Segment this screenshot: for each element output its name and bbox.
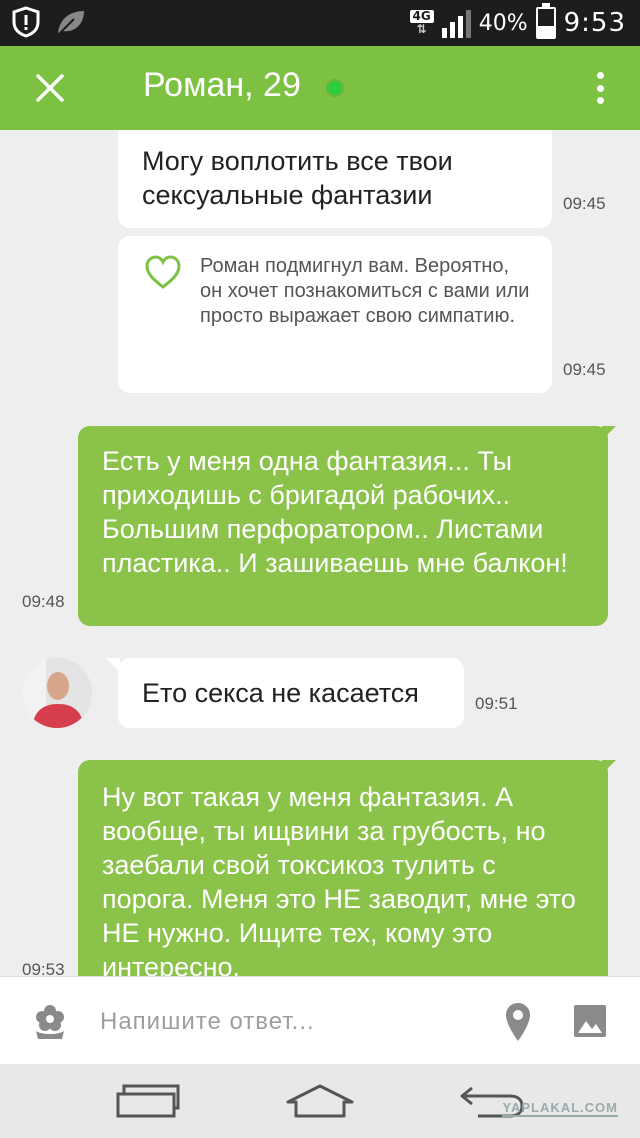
- chat-header: Роман, 29: [0, 46, 640, 130]
- battery-percent: 40%: [478, 10, 528, 36]
- message-time: 09:48: [22, 592, 65, 611]
- reply-input[interactable]: [98, 999, 482, 1045]
- avatar-photo: [22, 658, 92, 728]
- clock: 9:53: [563, 8, 626, 38]
- alert-shield-icon: [12, 6, 40, 38]
- close-button[interactable]: [30, 68, 70, 108]
- flower-icon: [36, 1005, 64, 1039]
- avatar[interactable]: [22, 658, 92, 728]
- recent-apps-icon: [116, 1084, 180, 1118]
- contact-name[interactable]: Роман, 29: [143, 66, 301, 105]
- status-bar: 4G ⇅ 40% 9:53: [0, 0, 640, 46]
- overflow-menu-button[interactable]: [588, 68, 612, 108]
- message-text: Ну вот такая у меня фантазия. А вообще, …: [102, 782, 576, 976]
- stickers-button[interactable]: [30, 1001, 70, 1041]
- message-time: 09:51: [475, 694, 518, 713]
- online-status-dot: [326, 79, 344, 97]
- recent-apps-button[interactable]: [114, 1080, 180, 1120]
- message-time: 09:45: [563, 360, 606, 379]
- heart-icon: [145, 255, 181, 289]
- message-text: Есть у меня одна фантазия... Ты приходиш…: [102, 446, 568, 578]
- wink-notification[interactable]: Роман подмигнул вам. Вероятно, он хочет …: [118, 236, 552, 393]
- attach-image-button[interactable]: [572, 1003, 608, 1039]
- home-icon: [286, 1084, 354, 1118]
- message-time: 09:45: [563, 194, 606, 213]
- message-incoming[interactable]: Ето секса не касается: [106, 658, 464, 728]
- message-text: Ето секса не касается: [142, 678, 419, 708]
- message-outgoing[interactable]: Ну вот такая у меня фантазия. А вообще, …: [78, 760, 616, 976]
- message-time: 09:53: [22, 960, 65, 976]
- message-text: Могу воплотить все твои сексуальные фант…: [142, 146, 453, 210]
- wink-text: Роман подмигнул вам. Вероятно, он хочет …: [200, 255, 530, 327]
- network-indicator: 4G ⇅: [409, 10, 434, 36]
- location-button[interactable]: [502, 999, 534, 1043]
- signal-icon: [441, 8, 471, 38]
- watermark: YAPLAKAL.COM: [502, 1100, 618, 1117]
- message-outgoing[interactable]: Есть у меня одна фантазия... Ты приходиш…: [78, 426, 616, 626]
- battery-icon: [535, 3, 556, 39]
- home-button[interactable]: [284, 1082, 356, 1120]
- image-icon: [574, 1005, 606, 1037]
- location-pin-icon: [506, 1003, 530, 1041]
- message-incoming[interactable]: Могу воплотить все твои сексуальные фант…: [118, 130, 552, 228]
- system-nav-bar: YAPLAKAL.COM: [0, 1064, 640, 1138]
- close-icon: [36, 74, 64, 102]
- reply-bar: [0, 976, 640, 1064]
- message-list[interactable]: Могу воплотить все твои сексуальные фант…: [0, 130, 640, 976]
- leaf-icon: [57, 11, 84, 36]
